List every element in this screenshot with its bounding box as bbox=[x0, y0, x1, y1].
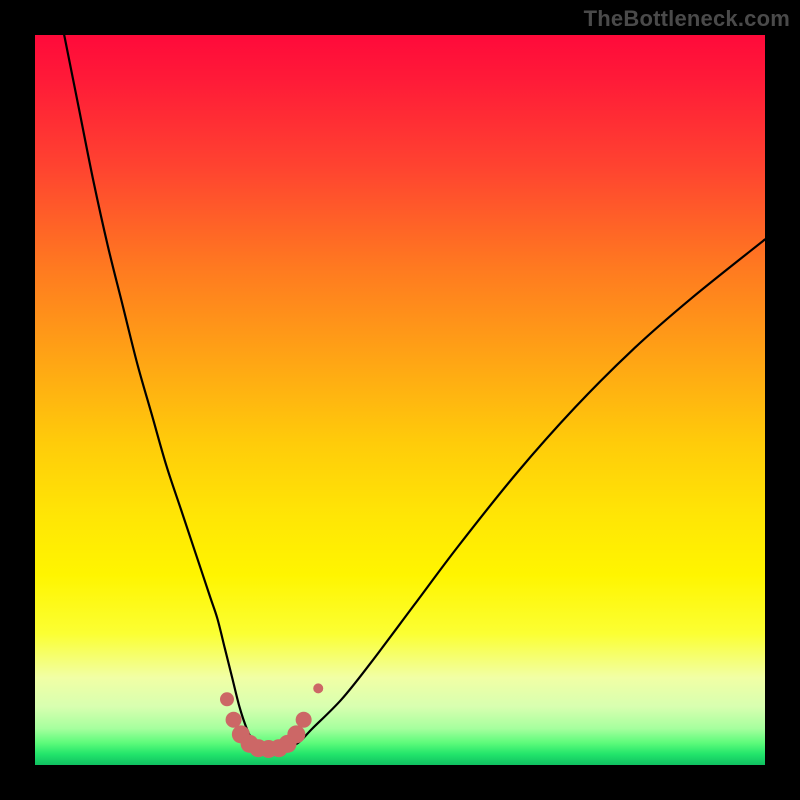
watermark-text: TheBottleneck.com bbox=[584, 6, 790, 32]
highlight-dot bbox=[287, 725, 305, 743]
highlight-dot bbox=[296, 712, 312, 728]
highlight-dot bbox=[313, 683, 323, 693]
chart-svg bbox=[35, 35, 765, 765]
chart-frame: TheBottleneck.com bbox=[0, 0, 800, 800]
highlight-dot bbox=[220, 692, 234, 706]
bottleneck-curve bbox=[64, 35, 765, 751]
highlight-dot bbox=[226, 712, 242, 728]
